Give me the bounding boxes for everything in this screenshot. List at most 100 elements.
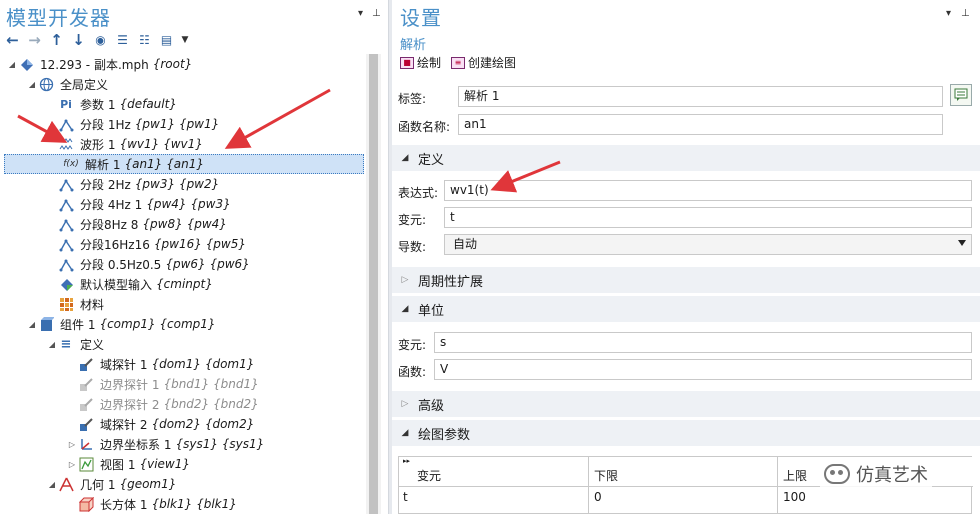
expand-toggle-icon[interactable]: ◢ xyxy=(6,60,18,69)
tree-label: 边界坐标系 1 xyxy=(100,437,172,452)
tree-item-boundary-coordinate-system[interactable]: ▷ 边界坐标系 1 {sys1} {sys1} xyxy=(0,434,362,454)
collapse-arrow-icon: ◢ xyxy=(401,428,409,438)
argument-input[interactable]: t xyxy=(444,207,972,228)
tree-item-piecewise-2hz[interactable]: 分段 2Hz {pw3} {pw2} xyxy=(0,174,362,194)
plot-icon: ■ xyxy=(400,56,414,69)
tree-tag: {pw3} {pw2} xyxy=(134,177,220,191)
watermark-text: 仿真艺术 xyxy=(856,465,928,486)
tree-item-domain-probe-2[interactable]: 域探针 2 {dom2} {dom2} xyxy=(0,414,362,434)
tree-item-global-definitions[interactable]: ◢ 全局定义 xyxy=(0,74,362,94)
create-plot-button-label: 创建绘图 xyxy=(468,56,517,70)
tree-label: 视图 1 xyxy=(100,457,136,472)
label-input[interactable]: 解析 1 xyxy=(458,86,943,107)
tree-item-default-model-input[interactable]: 默认模型输入 {cminpt} xyxy=(0,274,362,294)
expression-input[interactable]: wv1(t) xyxy=(444,180,972,201)
tree-tag: {bnd1} {bnd1} xyxy=(163,377,259,391)
tree-tag: {dom2} {dom2} xyxy=(151,417,255,431)
section-title: 单位 xyxy=(418,303,445,319)
pin-icon[interactable]: ⊥ xyxy=(372,8,381,19)
tree-item-parameters[interactable]: Pi 参数 1 {default} xyxy=(0,94,362,114)
function-name-input[interactable]: an1 xyxy=(458,114,943,135)
show-icon[interactable]: ◉ xyxy=(92,32,109,49)
tree-item-root[interactable]: ◢ 12.293 - 副本.mph {root} xyxy=(0,54,362,74)
tree-item-analytic[interactable]: f(x) 解析 1 {an1} {an1} xyxy=(4,154,364,174)
cell-lower-limit[interactable]: 0 xyxy=(594,490,602,504)
comment-button[interactable] xyxy=(950,84,972,106)
tree-item-materials[interactable]: 材料 xyxy=(0,294,362,314)
coordinate-system-icon xyxy=(78,436,94,452)
tree-item-piecewise-05hz[interactable]: 分段 0.5Hz0.5 {pw6} {pw6} xyxy=(0,254,362,274)
collapse-all-icon[interactable]: ☰ xyxy=(114,32,131,49)
tree-label: 域探针 2 xyxy=(100,417,148,432)
tree-item-geometry[interactable]: ◢ 几何 1 {geom1} xyxy=(0,474,362,494)
tree-tag: {pw1} {pw1} xyxy=(134,117,220,131)
tree-label: 边界探针 2 xyxy=(100,397,160,412)
tree-label: 长方体 1 xyxy=(100,497,148,512)
view-options-icon[interactable]: ▤ xyxy=(158,32,175,49)
section-periodic-extension[interactable]: ▷ 周期性扩展 xyxy=(392,267,980,293)
unit-argument-input[interactable]: s xyxy=(434,332,972,353)
tree-item-boundary-probe-2[interactable]: 边界探针 2 {bnd2} {bnd2} xyxy=(0,394,362,414)
section-definition[interactable]: ◢ 定义 xyxy=(392,145,980,171)
tree-item-domain-probe-1[interactable]: 域探针 1 {dom1} {dom1} xyxy=(0,354,362,374)
wechat-icon xyxy=(824,464,850,484)
derivative-select[interactable]: 自动 xyxy=(444,234,972,255)
expand-toggle-icon[interactable]: ◢ xyxy=(46,480,58,489)
expand-toggle-icon[interactable]: ◢ xyxy=(26,80,38,89)
section-plot-parameters[interactable]: ◢ 绘图参数 xyxy=(392,420,980,446)
plot-button[interactable]: ■ 绘制 xyxy=(400,54,441,71)
unit-argument-label: 变元: xyxy=(398,338,427,352)
tree-item-piecewise-4hz[interactable]: 分段 4Hz 1 {pw4} {pw3} xyxy=(0,194,362,214)
move-down-icon[interactable]: ↓ xyxy=(70,32,87,49)
function-name-label: 函数名称: xyxy=(398,120,451,134)
argument-label: 变元: xyxy=(398,213,427,227)
expand-toggle-icon[interactable]: ◢ xyxy=(46,340,58,349)
tree-label: 分段16Hz16 xyxy=(80,237,150,252)
toolbar-dropdown-icon[interactable]: ▼ xyxy=(180,32,190,49)
cell-upper-limit[interactable]: 100 xyxy=(783,490,806,504)
tree-label: 波形 1 xyxy=(80,137,116,152)
piecewise-icon xyxy=(58,116,74,132)
scrollbar-thumb[interactable] xyxy=(369,54,378,514)
tree-item-view[interactable]: ▷ 视图 1 {view1} xyxy=(0,454,362,474)
header-lower-limit[interactable]: 下限 xyxy=(594,467,618,484)
unit-function-input[interactable]: V xyxy=(434,359,972,380)
tree-item-block[interactable]: 长方体 1 {blk1} {blk1} xyxy=(0,494,362,514)
section-units[interactable]: ◢ 单位 xyxy=(392,296,980,322)
header-upper-limit[interactable]: 上限 xyxy=(783,467,807,484)
expand-toggle-icon[interactable]: ▷ xyxy=(66,440,78,449)
tree-tag: {comp1} {comp1} xyxy=(99,317,216,331)
waveform-icon xyxy=(58,136,74,152)
panel-menu-icon[interactable]: ▾ xyxy=(946,8,951,19)
section-advanced[interactable]: ▷ 高级 xyxy=(392,391,980,417)
settings-title: 设置 xyxy=(400,6,442,30)
probe-icon xyxy=(78,416,94,432)
tree-item-component[interactable]: ◢ 组件 1 {comp1} {comp1} xyxy=(0,314,362,334)
tree-scrollbar[interactable] xyxy=(366,54,381,514)
sort-icon[interactable]: ▸▸ xyxy=(403,457,410,465)
forward-arrow-icon[interactable]: → xyxy=(26,32,43,49)
materials-icon xyxy=(58,296,74,312)
tree-tag: {root} xyxy=(152,57,193,71)
expand-toggle-icon[interactable]: ▷ xyxy=(66,460,78,469)
cell-argument[interactable]: t xyxy=(403,490,408,504)
tree-item-boundary-probe-1[interactable]: 边界探针 1 {bnd1} {bnd1} xyxy=(0,374,362,394)
back-arrow-icon[interactable]: ← xyxy=(4,32,21,49)
tree-label: 全局定义 xyxy=(60,77,109,92)
tree-item-piecewise-16hz[interactable]: 分段16Hz16 {pw16} {pw5} xyxy=(0,234,362,254)
tree-item-waveform[interactable]: 波形 1 {wv1} {wv1} xyxy=(0,134,362,154)
tree-tag: {bnd2} {bnd2} xyxy=(163,397,259,411)
expand-toggle-icon[interactable]: ◢ xyxy=(26,320,38,329)
create-plot-button[interactable]: ≡ 创建绘图 xyxy=(451,54,516,71)
piecewise-icon xyxy=(58,236,74,252)
expand-all-icon[interactable]: ☷ xyxy=(136,32,153,49)
tree-label: 分段8Hz 8 xyxy=(80,217,139,232)
tree-item-piecewise-8hz[interactable]: 分段8Hz 8 {pw8} {pw4} xyxy=(0,214,362,234)
pin-icon[interactable]: ⊥ xyxy=(961,8,970,19)
move-up-icon[interactable]: ↑ xyxy=(48,32,65,49)
panel-menu-icon[interactable]: ▾ xyxy=(358,8,363,19)
tree-item-definitions[interactable]: ◢ ≡ 定义 xyxy=(0,334,362,354)
header-argument[interactable]: 变元 xyxy=(417,467,441,484)
tree-item-piecewise-1hz[interactable]: 分段 1Hz {pw1} {pw1} xyxy=(0,114,362,134)
block-icon xyxy=(78,496,94,512)
